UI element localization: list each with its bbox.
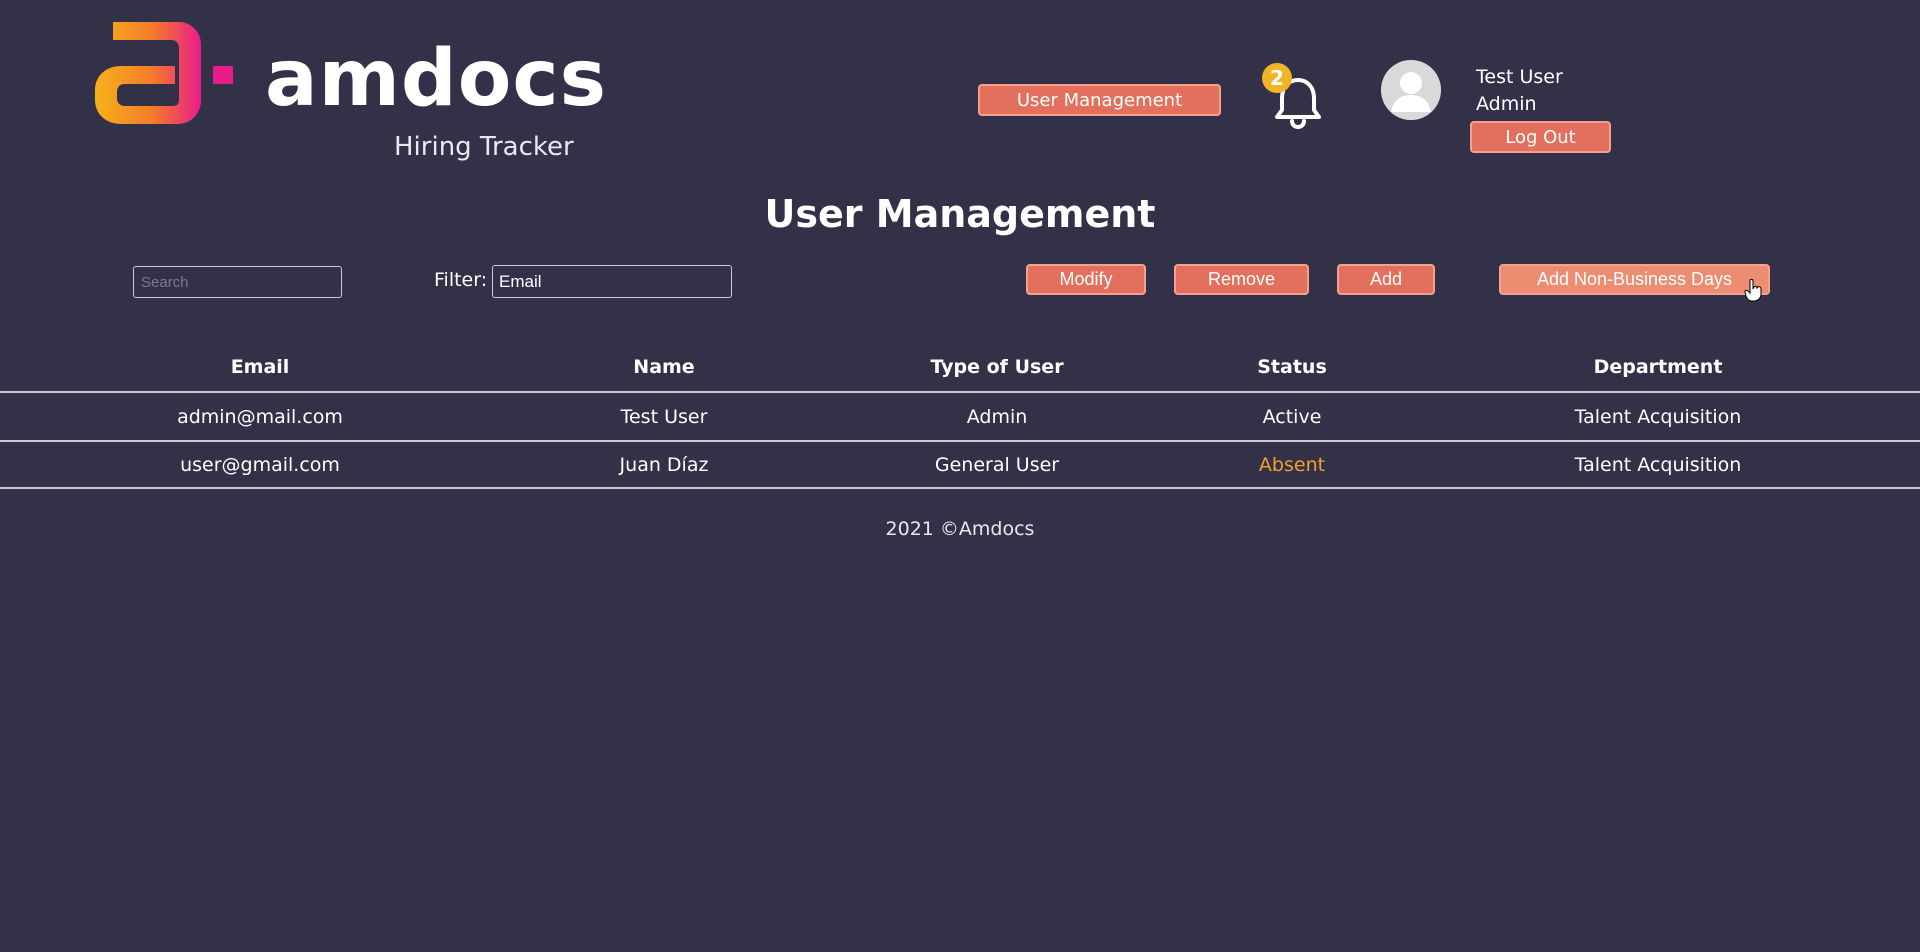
footer-copyright: 2021 ©Amdocs (885, 518, 1035, 540)
user-avatar-icon[interactable] (1381, 60, 1441, 120)
cell-email: user@gmail.com (180, 453, 340, 476)
current-user-role: Admin (1476, 93, 1537, 115)
table-row[interactable]: user@gmail.com Juan Díaz General User Ab… (0, 440, 1920, 489)
cell-email: admin@mail.com (177, 405, 343, 428)
notification-count-badge: 2 (1262, 63, 1292, 93)
column-header-name[interactable]: Name (633, 356, 694, 378)
filter-label: Filter: (434, 269, 488, 291)
cell-name: Juan Díaz (619, 453, 709, 476)
users-table: Email Name Type of User Status Departmen… (0, 342, 1920, 489)
table-row[interactable]: admin@mail.com Test User Admin Active Ta… (0, 391, 1920, 440)
cell-user-type: Admin (966, 405, 1028, 428)
table-header-row: Email Name Type of User Status Departmen… (0, 342, 1920, 391)
brand-name: amdocs (265, 34, 607, 124)
cell-status-absent: Absent (1258, 453, 1326, 476)
column-header-email[interactable]: Email (231, 356, 290, 378)
column-header-department[interactable]: Department (1594, 356, 1723, 378)
add-non-business-days-button[interactable]: Add Non-Business Days (1499, 264, 1770, 295)
cell-department: Talent Acquisition (1574, 453, 1742, 476)
column-header-status[interactable]: Status (1257, 356, 1327, 378)
hand-cursor-icon (1744, 278, 1762, 302)
app-subtitle: Hiring Tracker (394, 132, 574, 162)
filter-value: Email (499, 271, 542, 291)
search-input[interactable] (133, 266, 342, 298)
cell-name: Test User (620, 405, 708, 428)
add-button[interactable]: Add (1337, 264, 1435, 295)
cell-department: Talent Acquisition (1574, 405, 1742, 428)
amdocs-logo: amdocs (95, 22, 606, 132)
filter-field[interactable]: Email (492, 265, 732, 298)
cell-user-type: General User (934, 453, 1060, 476)
cell-status: Active (1262, 405, 1322, 428)
amdocs-logo-mark-icon (95, 22, 233, 124)
logout-button[interactable]: Log Out (1470, 121, 1611, 153)
modify-button[interactable]: Modify (1026, 264, 1146, 295)
page-title: User Management (764, 192, 1156, 236)
user-management-nav-button[interactable]: User Management (978, 84, 1221, 116)
remove-button[interactable]: Remove (1174, 264, 1309, 295)
current-user-name: Test User (1476, 66, 1563, 88)
column-header-type[interactable]: Type of User (930, 356, 1063, 378)
